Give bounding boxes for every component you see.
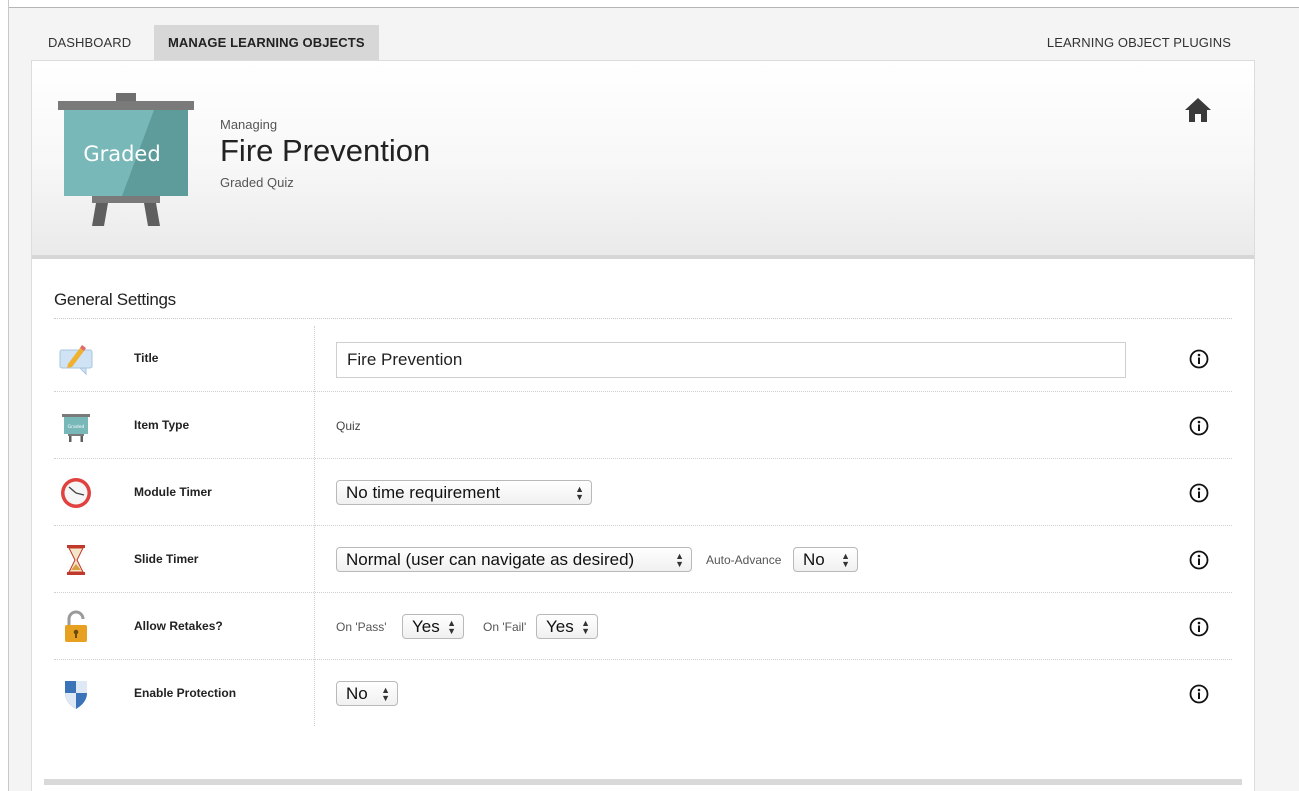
setting-row-allow-retakes: Allow Retakes? On 'Pass' Yes ▲ ▼ On 'Fail…	[54, 594, 1232, 660]
module-timer-container: No time requirement ▲ ▼	[336, 460, 1136, 526]
item-type-label: Item Type	[134, 418, 190, 432]
item-header: Graded Managing Fire Prevention Graded Q…	[32, 61, 1254, 259]
window-left-edge	[0, 0, 9, 791]
item-type-value: Quiz	[336, 419, 361, 433]
select-arrows-icon: ▲ ▼	[841, 550, 850, 569]
shield-icon	[65, 681, 87, 709]
enable-protection-select[interactable]: No ▲ ▼	[336, 681, 398, 706]
clock-icon	[61, 478, 91, 508]
setting-row-module-timer: Module Timer No time requirement ▲ ▼	[54, 460, 1232, 526]
info-icon[interactable]	[1189, 483, 1209, 503]
easel-icon: Graded	[62, 414, 90, 442]
enable-protection-label: Enable Protection	[134, 686, 237, 700]
slide-timer-label: Slide Timer	[134, 552, 199, 566]
tab-manage-learning-objects[interactable]: MANAGE LEARNING OBJECTS	[154, 25, 379, 61]
module-timer-label: Module Timer	[134, 485, 212, 499]
slide-timer-select[interactable]: Normal (user can navigate as desired) ▲ ▼	[336, 547, 692, 572]
section-divider	[54, 318, 1232, 319]
title-field-container	[336, 326, 1136, 392]
allow-retakes-container: On 'Pass' Yes ▲ ▼ On 'Fail' Yes ▲ ▼	[336, 594, 1136, 660]
module-timer-selected: No time requirement	[346, 483, 501, 502]
select-arrows-icon: ▲ ▼	[675, 550, 684, 569]
on-fail-select[interactable]: Yes ▲ ▼	[536, 614, 598, 639]
on-fail-label: On 'Fail'	[483, 620, 527, 634]
select-arrows-icon: ▲ ▼	[575, 483, 584, 502]
info-icon[interactable]	[1189, 349, 1209, 369]
pencil-speech-icon	[59, 345, 93, 376]
section-title: General Settings	[54, 290, 176, 309]
padlock-icon	[65, 610, 87, 642]
module-timer-select[interactable]: No time requirement ▲ ▼	[336, 480, 592, 505]
tab-dashboard[interactable]: DASHBOARD	[34, 25, 145, 61]
enable-protection-container: No ▲ ▼	[336, 661, 1136, 727]
top-navigation: DASHBOARD MANAGE LEARNING OBJECTS LEARNI…	[10, 9, 1299, 61]
select-arrows-icon: ▲ ▼	[581, 617, 590, 636]
auto-advance-select[interactable]: No ▲ ▼	[793, 547, 858, 572]
on-pass-label: On 'Pass'	[336, 620, 387, 634]
allow-retakes-label: Allow Retakes?	[134, 619, 223, 633]
on-fail-selected: Yes	[546, 617, 574, 636]
info-icon[interactable]	[1189, 550, 1209, 570]
setting-row-item-type: Graded Item Type Quiz	[54, 393, 1232, 459]
easel-badge-mini-text: Graded	[68, 424, 85, 430]
home-icon[interactable]	[1184, 97, 1212, 123]
window-top-edge	[0, 0, 1299, 8]
auto-advance-label: Auto-Advance	[706, 553, 782, 567]
on-pass-selected: Yes	[412, 617, 440, 636]
auto-advance-selected: No	[803, 550, 825, 569]
tab-learning-object-plugins[interactable]: LEARNING OBJECT PLUGINS	[1033, 25, 1245, 61]
on-pass-select[interactable]: Yes ▲ ▼	[402, 614, 464, 639]
select-arrows-icon: ▲ ▼	[381, 684, 390, 703]
title-label: Title	[134, 351, 159, 365]
graded-easel-icon: Graded	[58, 93, 194, 226]
managing-label: Managing	[220, 117, 278, 132]
info-icon[interactable]	[1189, 416, 1209, 436]
setting-row-enable-protection: Enable Protection No ▲ ▼	[54, 661, 1232, 727]
select-arrows-icon: ▲ ▼	[447, 617, 456, 636]
setting-row-title: Title	[54, 326, 1232, 392]
slide-timer-selected: Normal (user can navigate as desired)	[346, 550, 635, 569]
hourglass-icon	[67, 545, 85, 575]
info-icon[interactable]	[1189, 617, 1209, 637]
title-input[interactable]	[336, 342, 1126, 378]
easel-badge-text: Graded	[83, 142, 160, 166]
slide-timer-container: Normal (user can navigate as desired) ▲ ▼…	[336, 527, 1136, 593]
main-panel: Graded Managing Fire Prevention Graded Q…	[31, 60, 1255, 791]
setting-row-slide-timer: Slide Timer Normal (user can navigate as…	[54, 527, 1232, 593]
item-type-container: Quiz	[336, 393, 1136, 459]
section-bottom-bar	[44, 779, 1242, 785]
enable-protection-selected: No	[346, 684, 368, 703]
item-type-subtitle: Graded Quiz	[220, 175, 294, 190]
info-icon[interactable]	[1189, 684, 1209, 704]
page-title: Fire Prevention	[220, 133, 431, 168]
